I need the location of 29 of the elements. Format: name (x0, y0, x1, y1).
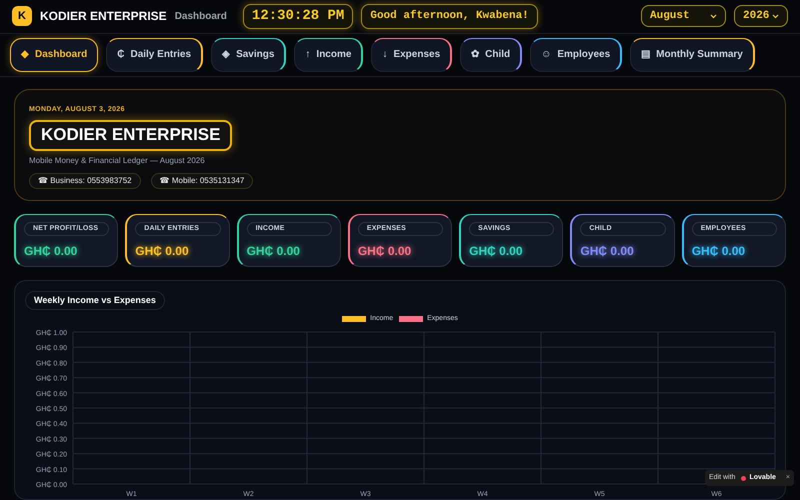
logo-badge: K (12, 6, 32, 26)
hero-title: KODIER ENTERPRISE (29, 120, 232, 150)
nav-tab[interactable]: ☺ Employees (530, 38, 622, 72)
nav-tab[interactable]: ◈ Savings (211, 38, 286, 72)
stat-value: GH₵ 0.00 (692, 243, 746, 260)
contact-chip: ☎ Business: 0553983752 (29, 172, 141, 188)
chevron-down-icon (772, 14, 779, 19)
nav-tab[interactable]: ↓ Expenses (371, 38, 452, 72)
stat-value: GH₵ 0.00 (24, 243, 78, 260)
brand-name: KODIER ENTERPRISE (40, 8, 167, 26)
nav-tab[interactable]: ✿ Child (460, 38, 522, 72)
nav-tab[interactable]: ↑ Income (294, 38, 364, 72)
hero-subtitle: Mobile Money & Financial Ledger — August 2026 (29, 154, 205, 166)
nav-tab[interactable]: ◆ Dashboard (10, 38, 98, 72)
contact-chip: ☎ Mobile: 0535131347 (150, 172, 254, 188)
stat-value: GH₵ 0.00 (469, 243, 524, 260)
greeting: Good afternoon, Kwabena! (361, 4, 538, 29)
month-select[interactable]: August (641, 5, 726, 28)
chevron-down-icon (710, 14, 717, 19)
stat-value: GH₵ 0.00 (135, 243, 190, 260)
chart-title: Weekly Income vs Expenses (25, 291, 165, 310)
stat-value: GH₵ 0.00 (358, 243, 412, 260)
nav-tab[interactable]: ▤ Monthly Summary (630, 38, 755, 72)
stat-value: GH₵ 0.00 (580, 243, 635, 260)
stat-value: GH₵ 0.00 (246, 243, 301, 260)
clock: 12:30:28 PM (242, 4, 354, 29)
year-select[interactable]: 2026 (734, 5, 788, 28)
nav-tab[interactable]: ₵ Daily Entries (106, 38, 204, 72)
page-title: Dashboard (174, 10, 227, 24)
